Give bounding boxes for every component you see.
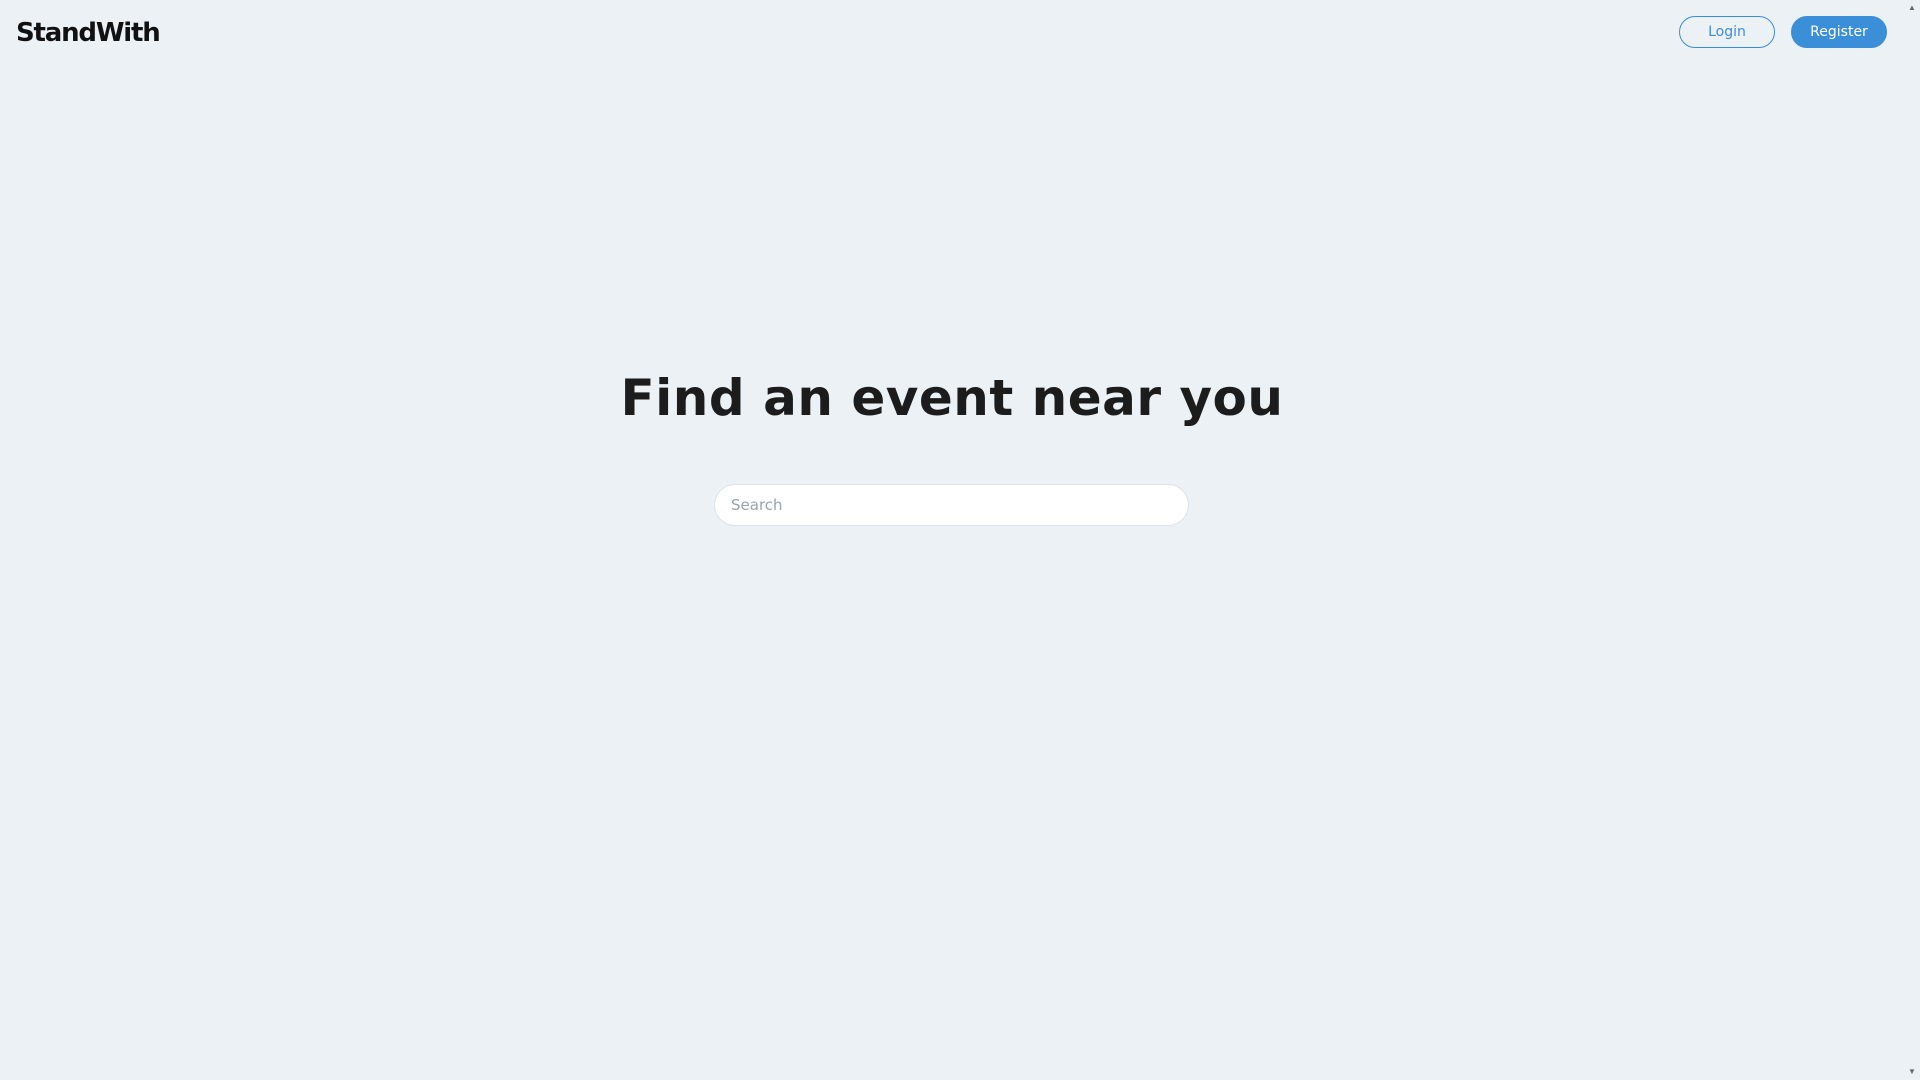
login-button[interactable]: Login [1679, 16, 1775, 48]
page-scrollbar[interactable]: ▲ ▼ [1904, 0, 1920, 1080]
header-actions: Login Register [1679, 16, 1887, 48]
page-title: Find an event near you [620, 369, 1284, 427]
search-input[interactable] [714, 484, 1189, 526]
register-button[interactable]: Register [1791, 16, 1887, 48]
search-container [714, 484, 1189, 526]
scroll-up-arrow-icon[interactable]: ▲ [1904, 0, 1920, 16]
scroll-down-arrow-icon[interactable]: ▼ [1904, 1064, 1920, 1080]
page: StandWith Login Register Find an event n… [0, 0, 1920, 1080]
site-logo[interactable]: StandWith [16, 17, 161, 49]
